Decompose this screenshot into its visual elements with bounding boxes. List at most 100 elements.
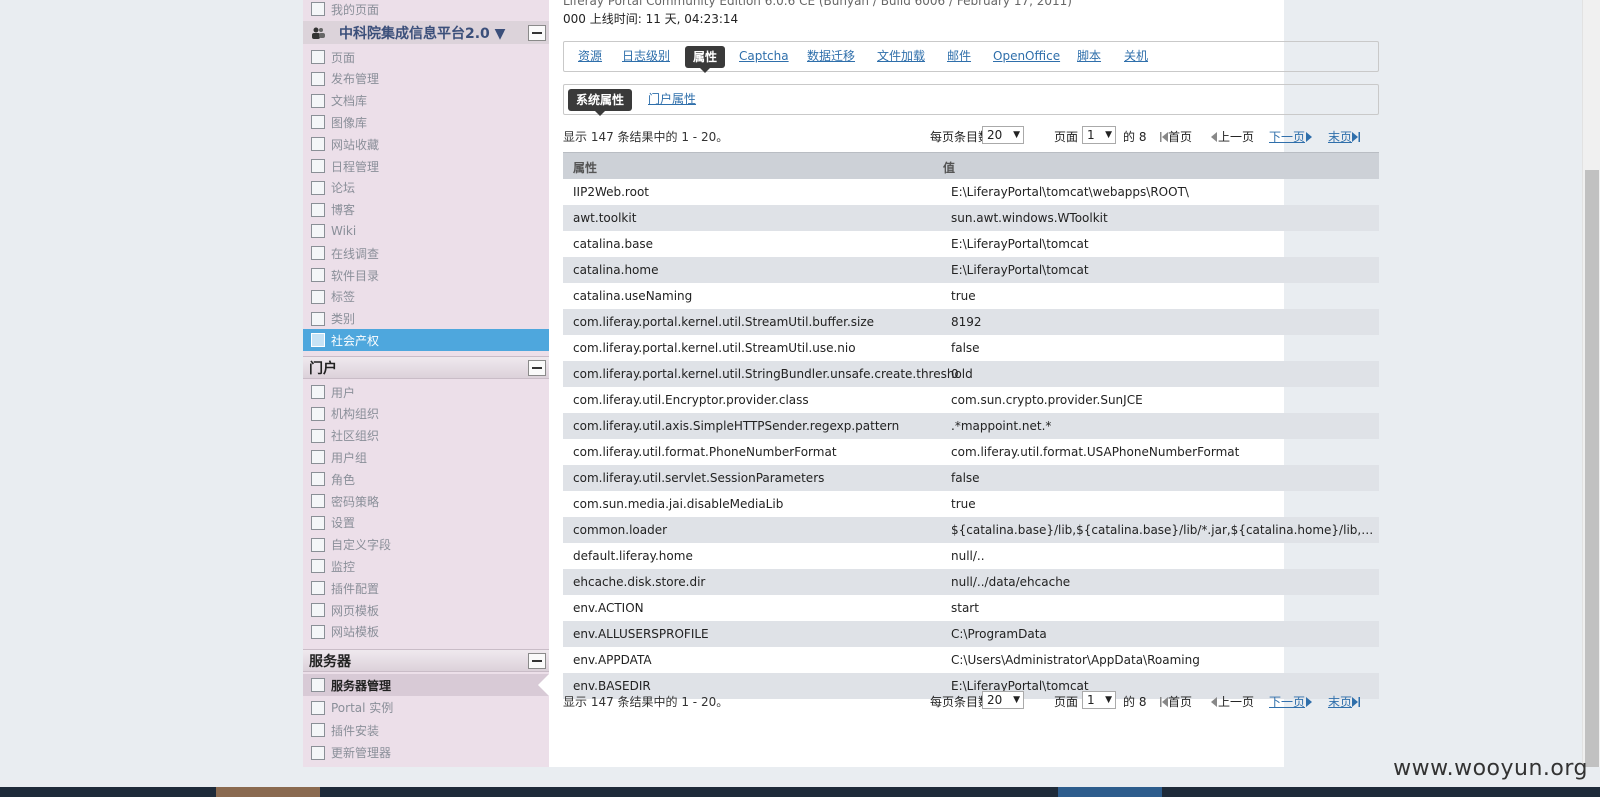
- property-name: catalina.base: [573, 237, 654, 251]
- tab-item[interactable]: 脚本: [1077, 42, 1101, 71]
- taskbar-button[interactable]: [1058, 787, 1162, 797]
- property-value: null/../data/ehcache: [951, 575, 1071, 589]
- sidebar-item[interactable]: 插件安装: [303, 719, 549, 741]
- per-page-select[interactable]: 20: [982, 691, 1024, 709]
- column-header-value: 值: [943, 161, 956, 175]
- tab-portal-properties[interactable]: 门户属性: [648, 85, 696, 114]
- sidebar-item[interactable]: 设置: [303, 512, 549, 534]
- menu-item-icon: [311, 515, 325, 530]
- sidebar-item[interactable]: 论坛: [303, 177, 549, 199]
- table-row: catalina.base E:\LiferayPortal\tomcat: [563, 231, 1379, 257]
- tab-item[interactable]: 日志级别: [622, 42, 670, 71]
- sidebar-group-header[interactable]: 中科院集成信息平台2.0 ▼: [303, 21, 549, 44]
- tab-item[interactable]: Captcha: [739, 42, 789, 71]
- property-value: com.sun.crypto.provider.SunJCE: [951, 393, 1143, 407]
- sidebar-section-portal[interactable]: 门户: [303, 356, 549, 379]
- pager-bottom: 显示 147 条结果中的 1 - 20。 每页条目数 20 页面 1 的 8 首…: [563, 691, 1379, 711]
- menu-item-icon: [311, 180, 325, 195]
- sidebar-section-server[interactable]: 服务器: [303, 649, 549, 672]
- taskbar-button[interactable]: [216, 787, 320, 797]
- table-row: awt.toolkit sun.awt.windows.WToolkit: [563, 205, 1379, 231]
- tab-system-properties[interactable]: 系统属性: [568, 89, 633, 116]
- sidebar-item[interactable]: 图像库: [303, 111, 549, 133]
- page-icon: [311, 2, 325, 16]
- property-name: ehcache.disk.store.dir: [573, 575, 706, 589]
- tab-item[interactable]: 属性: [685, 46, 726, 73]
- property-name: env.ALLUSERSPROFILE: [573, 627, 709, 641]
- collapse-button[interactable]: [528, 25, 546, 41]
- property-value: E:\LiferayPortal\tomcat: [951, 263, 1089, 277]
- last-page-link[interactable]: 末页: [1328, 128, 1361, 145]
- sidebar-item[interactable]: 发布管理: [303, 68, 549, 90]
- sidebar-item[interactable]: Wiki: [303, 220, 549, 242]
- sidebar-item[interactable]: 网站模板: [303, 621, 549, 643]
- page-select[interactable]: 1: [1082, 691, 1116, 709]
- menu-item-icon: [311, 202, 325, 217]
- sidebar-item[interactable]: 密码策略: [303, 490, 549, 512]
- sidebar-item[interactable]: 自定义字段: [303, 534, 549, 556]
- sidebar-item[interactable]: 文档库: [303, 90, 549, 112]
- sidebar-item[interactable]: 更新管理器: [303, 742, 549, 764]
- menu-item-icon: [311, 624, 325, 639]
- sidebar-item[interactable]: Portal 实例: [303, 697, 549, 719]
- sidebar-item[interactable]: 网站收藏: [303, 133, 549, 155]
- menu-item-icon: [311, 268, 325, 282]
- property-name: common.loader: [573, 523, 668, 537]
- property-value: C:\ProgramData: [951, 627, 1047, 641]
- sidebar-item[interactable]: 用户组: [303, 446, 549, 468]
- sidebar-item[interactable]: 类别: [303, 308, 549, 330]
- collapse-button[interactable]: [528, 360, 546, 376]
- sidebar-item[interactable]: 监控: [303, 555, 549, 577]
- table-row: env.ALLUSERSPROFILE C:\ProgramData: [563, 621, 1379, 647]
- sidebar-item[interactable]: 在线调查: [303, 242, 549, 264]
- property-value: false: [951, 471, 980, 485]
- menu-item-icon: [311, 745, 325, 760]
- tab-item[interactable]: 资源: [578, 42, 602, 71]
- prev-page-link[interactable]: 上一页: [1210, 693, 1254, 710]
- last-icon: [1352, 697, 1361, 707]
- per-page-select[interactable]: 20: [982, 126, 1024, 144]
- tab-item[interactable]: 数据迁移: [807, 42, 855, 71]
- first-page-link[interactable]: 首页: [1160, 693, 1192, 710]
- last-icon: [1352, 132, 1361, 142]
- sidebar-item[interactable]: 服务器管理: [303, 674, 549, 696]
- tab-item[interactable]: 邮件: [947, 42, 971, 71]
- sidebar-item[interactable]: 社会产权: [303, 329, 549, 352]
- next-page-link[interactable]: 下一页: [1269, 693, 1313, 710]
- sidebar-item[interactable]: 角色: [303, 468, 549, 490]
- property-value: sun.awt.windows.WToolkit: [951, 211, 1108, 225]
- first-page-link[interactable]: 首页: [1160, 128, 1192, 145]
- menu-item-icon: [311, 159, 325, 173]
- scrollbar-thumb[interactable]: [1585, 170, 1599, 767]
- results-count: 显示 147 条结果中的 1 - 20。: [563, 695, 729, 709]
- page-select[interactable]: 1: [1082, 126, 1116, 144]
- sidebar-item[interactable]: 标签: [303, 286, 549, 308]
- tab-item[interactable]: OpenOffice: [993, 42, 1060, 71]
- property-value: com.liferay.util.format.USAPhoneNumberFo…: [951, 445, 1240, 459]
- property-name: env.APPDATA: [573, 653, 652, 667]
- property-name: awt.toolkit: [573, 211, 637, 225]
- menu-item-icon: [311, 603, 325, 617]
- menu-item-icon: [311, 385, 325, 399]
- property-name: com.sun.media.jai.disableMediaLib: [573, 497, 784, 511]
- last-page-link[interactable]: 末页: [1328, 693, 1361, 710]
- sidebar-item[interactable]: 网页模板: [303, 599, 549, 621]
- sidebar-item[interactable]: 社区组织: [303, 425, 549, 447]
- sidebar-item[interactable]: 机构组织: [303, 403, 549, 425]
- collapse-button[interactable]: [528, 653, 546, 669]
- sidebar-item[interactable]: 插件配置: [303, 577, 549, 599]
- next-page-link[interactable]: 下一页: [1269, 128, 1313, 145]
- sidebar-item[interactable]: 用户: [303, 381, 549, 403]
- sidebar-item[interactable]: 博客: [303, 199, 549, 221]
- sidebar-item[interactable]: 日程管理: [303, 155, 549, 177]
- group-icon: [312, 27, 325, 39]
- sidebar-item-my-pages[interactable]: 我的页面: [303, 0, 549, 20]
- menu-item-icon: [311, 494, 325, 508]
- vertical-scrollbar[interactable]: [1582, 0, 1600, 767]
- sidebar-item[interactable]: 页面: [303, 46, 549, 68]
- tab-item[interactable]: 文件加载: [877, 42, 925, 71]
- prev-page-link[interactable]: 上一页: [1210, 128, 1254, 145]
- menu-item-icon: [311, 472, 325, 487]
- sidebar-item[interactable]: 软件目录: [303, 264, 549, 286]
- tab-item[interactable]: 关机: [1124, 42, 1148, 71]
